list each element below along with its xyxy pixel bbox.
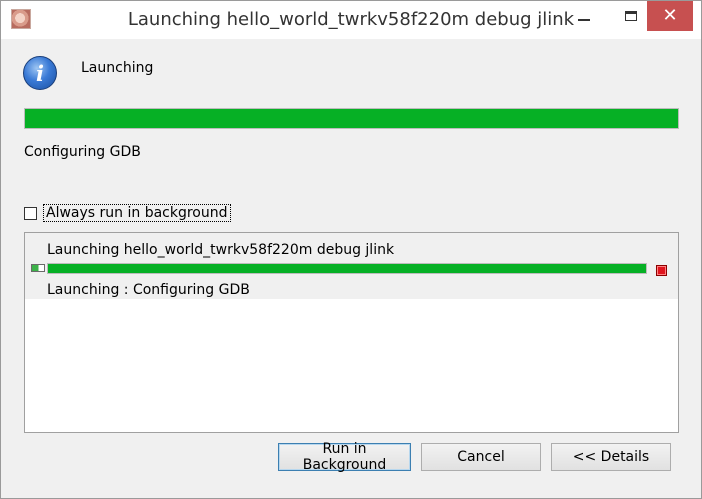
always-background-checkbox[interactable] bbox=[24, 206, 37, 220]
status-text: Configuring GDB bbox=[24, 144, 141, 160]
stop-icon[interactable] bbox=[656, 265, 667, 276]
run-in-background-button[interactable]: Run in Background bbox=[278, 441, 411, 473]
info-glyph: i bbox=[36, 60, 44, 86]
job-item[interactable]: Launching hello_world_twrkv58f220m debug… bbox=[25, 233, 678, 299]
close-button[interactable]: ✕ bbox=[647, 1, 693, 31]
job-progress-icon bbox=[31, 264, 45, 272]
job-progress-bar bbox=[47, 263, 647, 274]
details-button[interactable]: << Details bbox=[551, 443, 671, 471]
close-icon: ✕ bbox=[662, 5, 678, 26]
cancel-button[interactable]: Cancel bbox=[421, 443, 541, 471]
info-icon: i bbox=[23, 56, 57, 90]
dialog-heading: Launching bbox=[81, 60, 154, 76]
launch-dialog-window: Launching hello_world_twrkv58f220m debug… bbox=[0, 0, 702, 499]
job-status: Launching : Configuring GDB bbox=[47, 282, 250, 298]
main-progress-fill bbox=[25, 109, 678, 128]
jobs-panel: Launching hello_world_twrkv58f220m debug… bbox=[24, 232, 679, 433]
title-bar[interactable]: Launching hello_world_twrkv58f220m debug… bbox=[1, 1, 701, 39]
always-background-option[interactable]: Always run in background bbox=[24, 204, 231, 222]
always-background-label[interactable]: Always run in background bbox=[43, 204, 231, 222]
main-progress-bar bbox=[24, 108, 679, 129]
job-progress-fill bbox=[48, 264, 646, 273]
minimize-icon bbox=[578, 19, 590, 21]
minimize-button[interactable] bbox=[561, 1, 607, 31]
job-title: Launching hello_world_twrkv58f220m debug… bbox=[47, 242, 395, 258]
maximize-icon bbox=[625, 11, 637, 21]
